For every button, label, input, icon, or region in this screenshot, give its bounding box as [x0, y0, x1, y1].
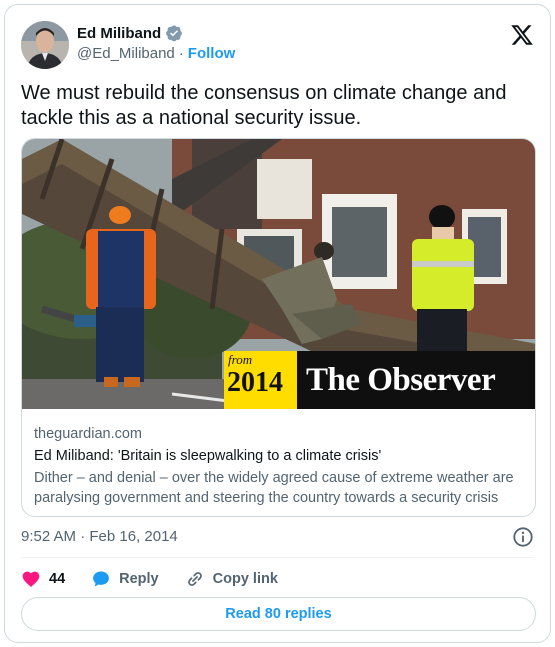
- copy-link-label: Copy link: [212, 571, 278, 587]
- tweet-embed-card: Ed Miliband @Ed_Miliband · Follow We mus…: [4, 4, 551, 643]
- reply-bubble-icon: [91, 569, 111, 589]
- avatar-photo: [21, 21, 69, 69]
- action-bar: 44 Reply Copy link: [21, 567, 304, 591]
- like-button[interactable]: 44: [21, 569, 65, 589]
- heart-icon: [21, 569, 41, 589]
- reply-label: Reply: [119, 571, 159, 587]
- badge-from-text: from: [228, 352, 253, 367]
- info-icon[interactable]: [512, 526, 534, 548]
- link-title[interactable]: Ed Miliband: 'Britain is sleepwalking to…: [34, 446, 524, 466]
- author-handle-row: @Ed_Miliband · Follow: [77, 45, 235, 62]
- like-count: 44: [49, 571, 66, 587]
- follow-button[interactable]: Follow: [188, 45, 236, 62]
- avatar[interactable]: [21, 21, 69, 69]
- link-icon: [185, 569, 205, 589]
- link-meta: theguardian.com Ed Miliband: 'Britain is…: [34, 425, 524, 508]
- badge-brand-text: The Observer: [306, 362, 496, 398]
- author-name-row: Ed Miliband: [77, 24, 183, 42]
- link-domain: theguardian.com: [34, 426, 143, 442]
- divider: [21, 557, 534, 558]
- verified-badge-icon: [165, 24, 183, 42]
- badge-year-text: 2014: [227, 367, 283, 398]
- tweet-text: We must rebuild the consensus on climate…: [21, 82, 507, 129]
- read-replies-button[interactable]: Read 80 replies: [21, 597, 536, 631]
- tweet-timestamp[interactable]: 9:52 AM · Feb 16, 2014: [21, 528, 178, 545]
- reply-button[interactable]: Reply: [91, 569, 159, 589]
- link-preview-card[interactable]: from 2014 The Observer theguardian.com E…: [21, 138, 536, 517]
- author-name[interactable]: Ed Miliband: [77, 25, 161, 42]
- separator-dot: ·: [178, 45, 184, 62]
- link-description: Dither – and denial – over the widely ag…: [34, 470, 514, 506]
- author-handle[interactable]: @Ed_Miliband: [77, 45, 175, 62]
- x-logo-icon[interactable]: [510, 23, 534, 47]
- copy-link-button[interactable]: Copy link: [185, 569, 278, 589]
